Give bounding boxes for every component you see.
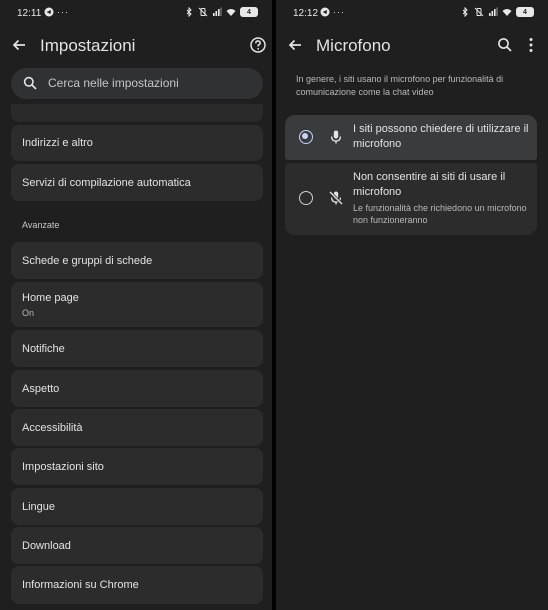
list-item-site-settings[interactable]: Impostazioni sito bbox=[11, 448, 263, 485]
search-icon bbox=[23, 76, 37, 90]
radio-button-checked[interactable] bbox=[299, 130, 313, 144]
search-icon[interactable] bbox=[496, 36, 514, 54]
battery-icon: 4 bbox=[516, 7, 534, 17]
vibrate-off-icon bbox=[198, 7, 208, 17]
list-item-appearance[interactable]: Aspetto bbox=[11, 370, 263, 407]
mic-off-icon bbox=[328, 190, 344, 206]
more-notifications-icon: ··· bbox=[57, 7, 69, 17]
list-item-label: Download bbox=[22, 540, 71, 552]
list-item-partial[interactable] bbox=[11, 104, 263, 122]
list-item-label: Impostazioni sito bbox=[22, 461, 104, 473]
list-item-label: Lingue bbox=[22, 501, 56, 513]
list-item-label: Home page bbox=[22, 292, 79, 304]
list-item-label: Informazioni su Chrome bbox=[22, 579, 139, 591]
list-item-status: On bbox=[22, 308, 35, 318]
microphone-settings-screen: 12:12 ··· 4 Microfono In genere, i siti … bbox=[276, 0, 548, 610]
bluetooth-icon bbox=[186, 7, 192, 17]
radio-button[interactable] bbox=[299, 191, 313, 205]
signal-icon bbox=[213, 7, 222, 16]
bluetooth-icon bbox=[462, 7, 468, 17]
back-arrow-icon[interactable] bbox=[286, 36, 304, 54]
top-app-bar: Microfono bbox=[276, 30, 548, 62]
mic-icon bbox=[330, 130, 342, 144]
status-bar: 12:12 ··· 4 bbox=[276, 0, 548, 26]
help-icon[interactable] bbox=[249, 36, 267, 54]
list-item-downloads[interactable]: Download bbox=[11, 527, 263, 564]
more-vert-icon[interactable] bbox=[524, 36, 538, 54]
option-subtitle: Le funzionalità che richiedono un microf… bbox=[353, 203, 527, 225]
list-item-label: Notifiche bbox=[22, 343, 65, 355]
list-item-tabs[interactable]: Schede e gruppi di schede bbox=[11, 242, 263, 279]
option-title: I siti possono chiedere di utilizzare il… bbox=[353, 123, 529, 150]
option-block[interactable]: Non consentire ai siti di usare il micro… bbox=[285, 163, 537, 235]
list-item-autofill-services[interactable]: Servizi di compilazione automatica bbox=[11, 164, 263, 201]
page-title: Microfono bbox=[316, 36, 391, 55]
status-time: 12:11 bbox=[17, 8, 42, 19]
list-item-label: Schede e gruppi di schede bbox=[22, 255, 153, 267]
section-header-advanced: Avanzate bbox=[22, 220, 60, 230]
wifi-icon bbox=[502, 9, 512, 16]
list-item-label: Aspetto bbox=[22, 383, 60, 395]
battery-icon: 4 bbox=[240, 7, 258, 17]
list-item-addresses[interactable]: Indirizzi e altro bbox=[11, 125, 263, 161]
back-arrow-icon[interactable] bbox=[10, 36, 28, 54]
page-title: Impostazioni bbox=[40, 36, 136, 55]
list-item-accessibility[interactable]: Accessibilità bbox=[11, 409, 263, 446]
telegram-icon bbox=[320, 7, 330, 17]
more-notifications-icon: ··· bbox=[333, 7, 345, 17]
option-allow-ask[interactable]: I siti possono chiedere di utilizzare il… bbox=[285, 115, 537, 160]
settings-search-bar[interactable]: Cerca nelle impostazioni bbox=[11, 68, 263, 99]
settings-screen: 12:11 ··· 4 Impostazioni Cerca nelle imp… bbox=[0, 0, 272, 610]
telegram-icon bbox=[44, 7, 54, 17]
search-placeholder: Cerca nelle impostazioni bbox=[48, 76, 179, 90]
status-bar: 12:11 ··· 4 bbox=[0, 0, 272, 26]
list-item-notifications[interactable]: Notifiche bbox=[11, 330, 263, 367]
list-item-home-page[interactable]: Home page On bbox=[11, 282, 263, 327]
wifi-icon bbox=[226, 9, 236, 16]
signal-icon bbox=[489, 7, 498, 16]
vibrate-off-icon bbox=[474, 7, 484, 17]
microphone-description: In genere, i siti usano il microfono per… bbox=[296, 74, 504, 97]
list-item-languages[interactable]: Lingue bbox=[11, 488, 263, 525]
list-item-about-chrome[interactable]: Informazioni su Chrome bbox=[11, 566, 263, 604]
option-title: Non consentire ai siti di usare il micro… bbox=[353, 171, 506, 198]
status-time: 12:12 bbox=[293, 8, 319, 19]
list-item-label: Indirizzi e altro bbox=[22, 137, 93, 149]
top-app-bar: Impostazioni bbox=[0, 30, 272, 62]
list-item-label: Accessibilità bbox=[22, 422, 83, 434]
list-item-label: Servizi di compilazione automatica bbox=[22, 177, 191, 189]
